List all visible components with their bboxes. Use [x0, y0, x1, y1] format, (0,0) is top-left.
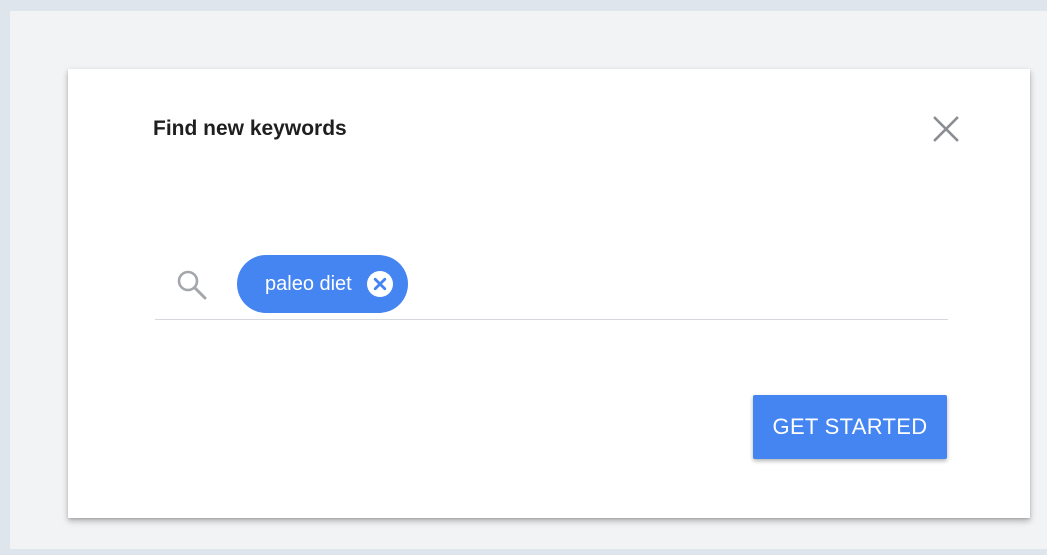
search-icon [175, 268, 209, 302]
page-frame: Find new keywords paleo diet GET STARTED [0, 0, 1047, 555]
get-started-button[interactable]: GET STARTED [753, 395, 947, 459]
close-icon[interactable] [930, 113, 962, 145]
find-keywords-dialog: Find new keywords paleo diet GET STARTED [68, 69, 1030, 518]
page-background: Find new keywords paleo diet GET STARTED [10, 11, 1047, 549]
keyword-chip-label: paleo diet [265, 273, 352, 295]
keyword-search-field[interactable]: paleo diet [155, 255, 948, 320]
dialog-title: Find new keywords [153, 117, 347, 140]
keyword-chip[interactable]: paleo diet [237, 255, 408, 313]
clear-circle-icon[interactable] [366, 270, 394, 298]
